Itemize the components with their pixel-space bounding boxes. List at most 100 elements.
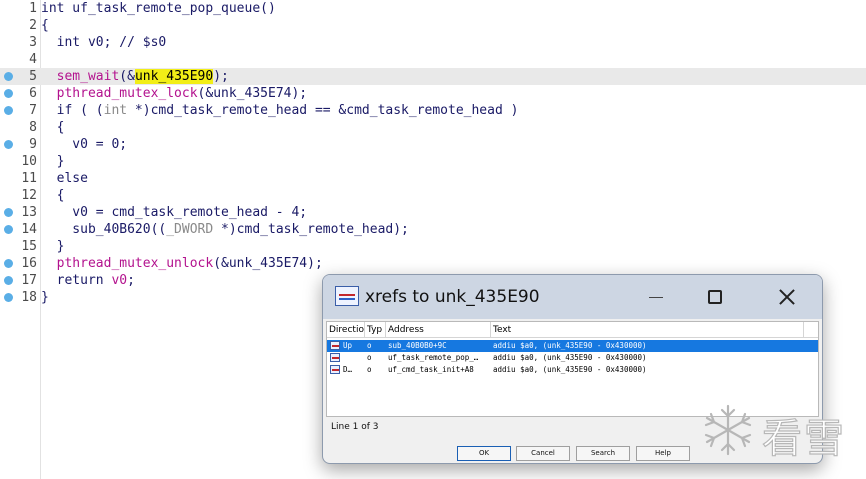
list-header: Directio Typ Address Text bbox=[327, 322, 818, 338]
code-text: } bbox=[41, 289, 49, 306]
help-button[interactable]: Help bbox=[636, 446, 690, 461]
cell-type: o bbox=[367, 365, 372, 374]
column-address[interactable]: Address bbox=[386, 322, 491, 338]
code-line[interactable]: 6 pthread_mutex_lock(&unk_435E74); bbox=[0, 85, 866, 102]
code-token: int uf_task_remote_pop_queue() bbox=[41, 1, 276, 16]
column-type[interactable]: Typ bbox=[365, 322, 386, 338]
code-line[interactable]: 5 sem_wait(&unk_435E90); bbox=[0, 68, 866, 85]
code-line[interactable]: 10 } bbox=[0, 153, 866, 170]
code-text: pthread_mutex_lock(&unk_435E74); bbox=[41, 85, 307, 102]
code-token: _DWORD bbox=[166, 222, 214, 237]
code-text: int uf_task_remote_pop_queue() bbox=[41, 0, 276, 17]
code-text: sem_wait(&unk_435E90); bbox=[41, 68, 229, 85]
code-token: if ( ( bbox=[41, 103, 104, 118]
code-token: return bbox=[41, 273, 112, 288]
code-line[interactable]: 9 v0 = 0; bbox=[0, 136, 866, 153]
code-line[interactable]: 4 bbox=[0, 51, 866, 68]
code-line[interactable]: 7 if ( (int *)cmd_task_remote_head == &c… bbox=[0, 102, 866, 119]
line-number: 7 bbox=[29, 103, 37, 118]
line-number: 8 bbox=[29, 120, 37, 135]
code-token: v0 = cmd_task_remote_head - 4; bbox=[41, 205, 308, 220]
code-text: { bbox=[41, 17, 49, 34]
code-line[interactable]: 16 pthread_mutex_unlock(&unk_435E74); bbox=[0, 255, 866, 272]
cell-direction: Up bbox=[343, 341, 353, 350]
close-button[interactable] bbox=[772, 283, 802, 311]
xref-row[interactable]: Up o sub_40B0B0+9C addiu $a0, (unk_435E90 -… bbox=[327, 340, 818, 352]
cell-type: o bbox=[367, 353, 372, 362]
code-line[interactable]: 12 { bbox=[0, 187, 866, 204]
xref-row[interactable]: D… o uf_cmd_task_init+A8 addiu $a0, (unk_43… bbox=[327, 364, 818, 376]
code-line[interactable]: 3 int v0; // $s0 bbox=[0, 34, 866, 51]
code-token: int bbox=[103, 103, 128, 118]
code-token: pthread_mutex_unlock bbox=[56, 256, 214, 271]
code-token: v0 = 0; bbox=[41, 137, 128, 152]
cell-direction: D… bbox=[343, 365, 353, 374]
code-token: } bbox=[41, 239, 65, 254]
code-token: sub_40B620(( bbox=[41, 222, 167, 237]
code-text: if ( (int *)cmd_task_remote_head == &cmd… bbox=[41, 102, 519, 119]
xref-row[interactable]: o uf_task_remote_pop_… addiu $a0, (unk_435… bbox=[327, 352, 818, 364]
code-line[interactable]: 15 } bbox=[0, 238, 866, 255]
cell-text: addiu $a0, (unk_435E90 - 0x430000) bbox=[493, 341, 647, 350]
code-text: v0 = cmd_task_remote_head - 4; bbox=[41, 204, 307, 221]
code-text: sub_40B620((_DWORD *)cmd_task_remote_hea… bbox=[41, 221, 409, 238]
xrefs-icon bbox=[335, 286, 359, 306]
minimize-icon bbox=[649, 297, 663, 298]
cell-direction bbox=[343, 352, 365, 364]
cell-address: uf_task_remote_pop_… bbox=[388, 353, 479, 362]
code-text: } bbox=[41, 153, 65, 170]
dialog-title: xrefs to unk_435E90 bbox=[365, 287, 540, 307]
code-text: int v0; // $s0 bbox=[41, 34, 167, 51]
snowflake-icon bbox=[704, 404, 752, 456]
selected-token: unk_435E90 bbox=[134, 69, 214, 84]
code-token: *)cmd_task_remote_head); bbox=[213, 222, 409, 237]
code-line[interactable]: 8 { bbox=[0, 119, 866, 136]
code-token: (&unk_435E74); bbox=[213, 256, 323, 271]
code-token: ; bbox=[127, 273, 135, 288]
code-line[interactable]: 11 else bbox=[0, 170, 866, 187]
code-line[interactable]: 1 int uf_task_remote_pop_queue() bbox=[0, 0, 866, 17]
watermark: 看雪 bbox=[700, 402, 860, 463]
code-token: v0 bbox=[111, 273, 128, 288]
cell-address: uf_cmd_task_init+A8 bbox=[388, 365, 474, 374]
code-token: sem_wait bbox=[56, 69, 120, 84]
line-number: 9 bbox=[29, 137, 37, 152]
maximize-icon bbox=[708, 290, 722, 304]
line-number: 11 bbox=[21, 171, 37, 186]
search-button[interactable]: Search bbox=[576, 446, 630, 461]
code-token: ); bbox=[213, 69, 229, 84]
code-text: v0 = 0; bbox=[41, 136, 127, 153]
line-number: 17 bbox=[21, 273, 37, 288]
line-number: 16 bbox=[21, 256, 37, 271]
code-line[interactable]: 2{ bbox=[0, 17, 866, 34]
line-number: 2 bbox=[29, 18, 37, 33]
code-text: { bbox=[41, 119, 65, 136]
line-number: 1 bbox=[29, 1, 37, 16]
code-token: *)cmd_task_remote_head == &cmd_task_remo… bbox=[127, 103, 519, 118]
dialog-titlebar[interactable]: xrefs to unk_435E90 bbox=[323, 275, 822, 319]
code-token: pthread_mutex_lock bbox=[56, 86, 198, 101]
watermark-text: 看雪 bbox=[761, 415, 846, 462]
code-text: return v0; bbox=[41, 272, 135, 289]
code-token: int v0; // $s0 bbox=[41, 35, 167, 50]
line-number: 15 bbox=[21, 239, 37, 254]
minimize-button[interactable] bbox=[641, 283, 671, 311]
cell-text: addiu $a0, (unk_435E90 - 0x430000) bbox=[493, 365, 647, 374]
ok-button[interactable]: OK bbox=[457, 446, 511, 461]
column-text[interactable]: Text bbox=[491, 322, 804, 338]
code-token: { bbox=[41, 188, 65, 203]
maximize-button[interactable] bbox=[701, 283, 731, 311]
xref-row-icon bbox=[330, 341, 340, 350]
line-number: 6 bbox=[29, 86, 37, 101]
code-line[interactable]: 14 sub_40B620((_DWORD *)cmd_task_remote_… bbox=[0, 221, 866, 238]
cancel-button[interactable]: Cancel bbox=[516, 446, 570, 461]
cell-address: sub_40B0B0+9C bbox=[388, 341, 447, 350]
cell-type: o bbox=[367, 341, 372, 350]
code-token: { bbox=[41, 18, 49, 33]
code-line[interactable]: 13 v0 = cmd_task_remote_head - 4; bbox=[0, 204, 866, 221]
line-number: 14 bbox=[21, 222, 37, 237]
column-direction[interactable]: Directio bbox=[327, 322, 365, 338]
line-number: 3 bbox=[29, 35, 37, 50]
